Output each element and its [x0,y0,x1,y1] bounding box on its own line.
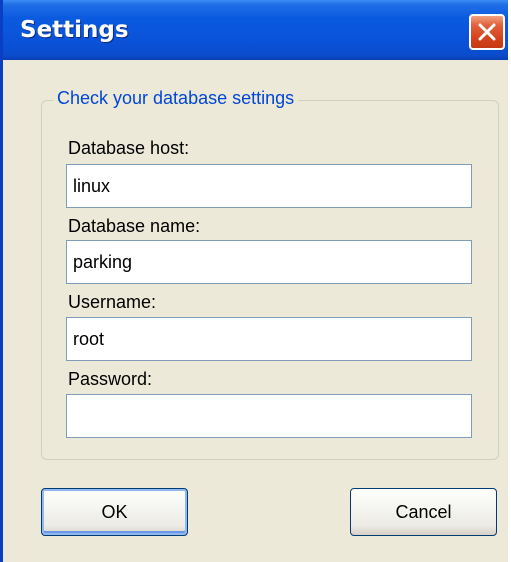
close-icon [478,23,496,41]
database-host-label: Database host: [68,138,190,158]
password-label: Password: [68,369,153,389]
title-bar[interactable]: Settings [3,0,508,60]
ok-button[interactable]: OK [41,488,188,536]
database-host-input[interactable] [66,164,472,208]
username-label: Username: [68,292,157,312]
cancel-button[interactable]: Cancel [350,488,497,536]
database-name-label: Database name: [68,216,201,236]
group-title: Check your database settings [53,88,299,109]
settings-dialog: Settings Check your database settings Da… [0,0,508,562]
window-title: Settings [20,17,129,43]
close-button[interactable] [469,14,505,50]
database-name-input[interactable] [66,240,472,284]
password-input[interactable] [66,394,472,438]
username-input[interactable] [66,317,472,361]
